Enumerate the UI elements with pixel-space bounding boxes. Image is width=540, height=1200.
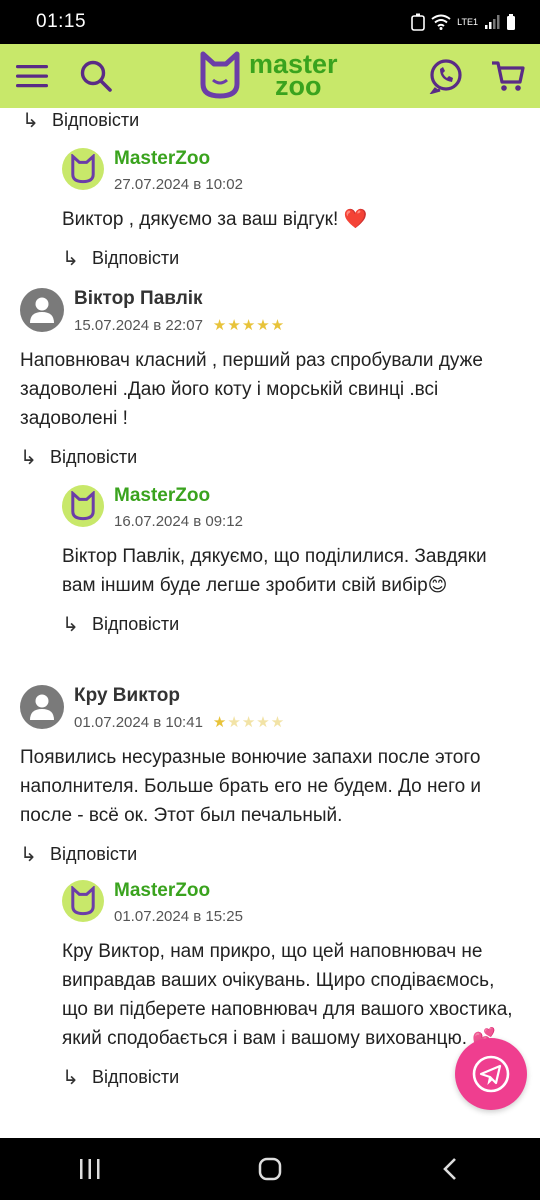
masterzoo-avatar xyxy=(62,880,104,922)
search-icon xyxy=(80,60,112,92)
answer-date: 01.07.2024 в 15:25 xyxy=(114,908,243,925)
reply-link[interactable]: ↳ Відповісти xyxy=(20,842,520,867)
reply-arrow-icon: ↳ xyxy=(62,614,79,636)
status-time: 01:15 xyxy=(36,11,87,32)
review-item: Віктор Павлік 15.07.2024 в 22:07 ★★★★★ Н… xyxy=(20,288,520,470)
user-icon xyxy=(30,694,54,720)
menu-button[interactable] xyxy=(14,58,50,94)
reply-link[interactable]: ↳ Відповісти xyxy=(62,612,522,637)
status-icons: LTE1 xyxy=(411,13,516,31)
masterzoo-avatar xyxy=(62,148,104,190)
reply-arrow-icon: ↳ xyxy=(22,110,39,132)
answer-text: Виктор , дякуємо за ваш відгук! ❤️ xyxy=(62,209,368,230)
answer-text: Віктор Павлік, дякуємо, що поділилися. З… xyxy=(62,546,487,596)
network-label: LTE1 xyxy=(457,16,478,27)
reply-link[interactable]: ↳ Відповісти xyxy=(62,1065,522,1090)
answer-date: 27.07.2024 в 10:02 xyxy=(114,176,243,193)
user-avatar xyxy=(20,685,64,729)
telegram-icon xyxy=(472,1055,510,1093)
rating-stars: ★★★★★ xyxy=(212,317,286,334)
recents-button[interactable] xyxy=(60,1149,120,1189)
call-button[interactable] xyxy=(428,58,464,94)
telegram-button[interactable] xyxy=(455,1038,527,1110)
cat-logo-icon xyxy=(71,886,95,916)
cart-button[interactable] xyxy=(490,58,526,94)
review-date: 01.07.2024 в 10:41 xyxy=(74,713,203,731)
header-actions xyxy=(428,58,526,94)
review-text: Наповнювач класний , перший раз спробува… xyxy=(20,350,483,429)
back-icon xyxy=(443,1158,456,1180)
logo-text: master zoo xyxy=(249,49,338,101)
cat-logo-icon xyxy=(200,51,240,99)
masterzoo-logo[interactable]: master zoo xyxy=(199,50,338,100)
answer-text: Кру Виктор, нам прикро, що цей наповнюва… xyxy=(62,941,513,1049)
shop-answer: MasterZoo 16.07.2024 в 09:12 Віктор Павл… xyxy=(62,485,522,637)
battery-icon xyxy=(507,14,515,30)
answer-author: MasterZoo xyxy=(114,485,211,506)
status-bar: 01:15 LTE1 xyxy=(0,0,540,44)
cat-logo-icon xyxy=(71,491,95,521)
hamburger-icon xyxy=(16,65,48,88)
recents-icon xyxy=(80,1159,100,1179)
shop-answer: MasterZoo 01.07.2024 в 15:25 Кру Виктор,… xyxy=(62,880,522,1090)
back-button[interactable] xyxy=(420,1149,480,1189)
app-header: master zoo xyxy=(0,44,540,108)
review-author: Віктор Павлік xyxy=(74,288,203,309)
phone-chat-icon xyxy=(429,59,462,94)
user-avatar xyxy=(20,288,64,332)
system-nav-bar xyxy=(0,1138,540,1200)
reply-link[interactable]: ↳ Відповісти xyxy=(20,445,520,470)
battery-saver-icon xyxy=(411,13,425,31)
reply-link[interactable]: ↳ Відповісти xyxy=(22,108,139,133)
user-icon xyxy=(30,297,54,323)
home-icon xyxy=(258,1157,282,1181)
cart-icon xyxy=(492,61,525,91)
review-author: Кру Виктор xyxy=(74,685,180,706)
masterzoo-avatar xyxy=(62,485,104,527)
rating-stars: ★★★★★ xyxy=(212,714,286,731)
reply-arrow-icon: ↳ xyxy=(62,248,79,270)
reviews-list: ↳ Відповісти MasterZoo 27.07.2024 в 10:0… xyxy=(0,108,540,1138)
signal-icon xyxy=(485,15,500,29)
shop-answer: MasterZoo 27.07.2024 в 10:02 Виктор , дя… xyxy=(62,148,522,271)
reply-arrow-icon: ↳ xyxy=(62,1067,79,1089)
review-item: Кру Виктор 01.07.2024 в 10:41 ★★★★★ Появ… xyxy=(20,685,520,867)
cat-logo-icon xyxy=(71,154,95,184)
search-button[interactable] xyxy=(78,58,114,94)
answer-author: MasterZoo xyxy=(114,148,211,169)
answer-author: MasterZoo xyxy=(114,880,211,901)
wifi-icon xyxy=(431,14,451,30)
reply-link[interactable]: ↳ Відповісти xyxy=(62,246,522,271)
home-button[interactable] xyxy=(240,1149,300,1189)
review-date: 15.07.2024 в 22:07 xyxy=(74,316,203,334)
reply-arrow-icon: ↳ xyxy=(20,447,37,469)
review-text: Появились несуразные вонючие запахи посл… xyxy=(20,747,482,826)
answer-date: 16.07.2024 в 09:12 xyxy=(114,513,243,530)
reply-arrow-icon: ↳ xyxy=(20,844,37,866)
